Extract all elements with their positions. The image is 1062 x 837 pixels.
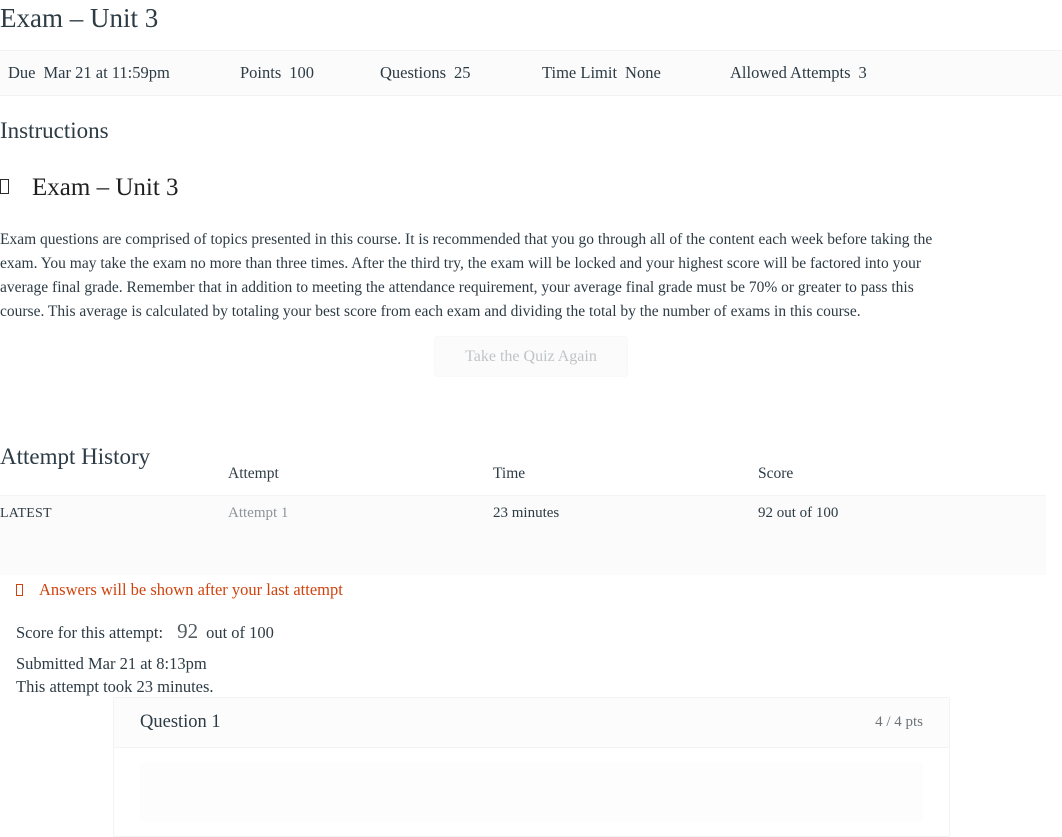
column-header-kept	[0, 465, 228, 496]
question-name: Question 1	[140, 712, 221, 732]
quiz-results-page: Exam – Unit 3 Due Mar 21 at 11:59pm Poin…	[0, 0, 1062, 837]
score-summary: Score for this attempt: 92 out of 100 Su…	[16, 620, 274, 698]
spacer-cell	[0, 531, 228, 575]
attempt-duration: This attempt took 23 minutes.	[16, 677, 214, 696]
table-spacer-row	[0, 531, 1046, 575]
latest-badge: LATEST	[0, 506, 52, 521]
detail-allowed-attempts-value: 3	[858, 62, 867, 82]
page-title: Exam – Unit 3	[0, 3, 159, 33]
detail-allowed-attempts: Allowed Attempts 3	[730, 63, 930, 83]
answers-notice-text: Answers will be shown after your last at…	[39, 580, 343, 599]
quiz-actions: Take the Quiz Again	[0, 336, 1062, 378]
cell-score: 92 out of 100	[758, 495, 1046, 531]
score-label: Score for this attempt:	[16, 623, 164, 642]
question-points: 4 / 4 pts	[875, 714, 923, 730]
attempt-link[interactable]: Attempt 1	[228, 505, 288, 521]
column-header-time: Time	[493, 465, 526, 482]
take-quiz-again-button[interactable]: Take the Quiz Again	[434, 336, 628, 378]
quiz-detail-bar: Due Mar 21 at 11:59pm Points 100 Questio…	[0, 49, 1062, 96]
instructions-heading: Instructions	[0, 117, 109, 143]
cell-attempt: Attempt 1	[228, 495, 493, 531]
detail-due: Due Mar 21 at 11:59pm	[8, 63, 240, 83]
spacer-cell	[758, 531, 1046, 575]
detail-points: Points 100	[240, 63, 380, 83]
detail-due-label: Due	[8, 62, 36, 82]
score-value: 92	[177, 619, 199, 643]
detail-due-value: Mar 21 at 11:59pm	[43, 62, 170, 82]
column-header-score: Score	[758, 465, 794, 482]
detail-time-limit-value: None	[625, 62, 661, 82]
question-content-placeholder	[140, 762, 923, 822]
question-header: Question 1 4 / 4 pts	[114, 698, 949, 748]
instructions-doc-title: Exam – Unit 3	[32, 173, 179, 201]
missing-glyph-icon	[0, 178, 9, 194]
instructions-body: Exam questions are comprised of topics p…	[0, 230, 933, 321]
detail-questions: Questions 25	[380, 63, 542, 83]
spacer-cell	[493, 531, 758, 575]
detail-allowed-attempts-label: Allowed Attempts	[730, 62, 851, 82]
question-body	[114, 748, 949, 836]
detail-questions-label: Questions	[380, 62, 446, 82]
detail-time-limit-label: Time Limit	[542, 62, 618, 82]
score-line: Score for this attempt: 92 out of 100	[16, 620, 274, 644]
detail-questions-value: 25	[454, 62, 471, 82]
submitted-timestamp: Submitted Mar 21 at 8:13pm	[16, 654, 207, 673]
warning-icon	[16, 584, 23, 596]
detail-time-limit: Time Limit None	[542, 63, 730, 83]
answers-notice: Answers will be shown after your last at…	[16, 580, 343, 600]
spacer-cell	[228, 531, 493, 575]
attempt-history-table: Attempt Time Score LATEST Attempt 1 23 m…	[0, 465, 1046, 575]
instructions-doc-title-row: Exam – Unit 3	[0, 174, 1062, 202]
detail-points-label: Points	[240, 62, 282, 82]
instructions-section: Instructions Exam – Unit 3 Exam question…	[0, 118, 1062, 325]
column-header-attempt: Attempt	[228, 465, 279, 482]
table-row: LATEST Attempt 1 23 minutes 92 out of 10…	[0, 495, 1046, 531]
score-out-of: out of 100	[206, 623, 274, 642]
cell-kept: LATEST	[0, 495, 228, 531]
detail-points-value: 100	[289, 62, 315, 82]
cell-time: 23 minutes	[493, 495, 758, 531]
table-header-row: Attempt Time Score	[0, 465, 1046, 496]
question-card: Question 1 4 / 4 pts	[113, 697, 950, 837]
